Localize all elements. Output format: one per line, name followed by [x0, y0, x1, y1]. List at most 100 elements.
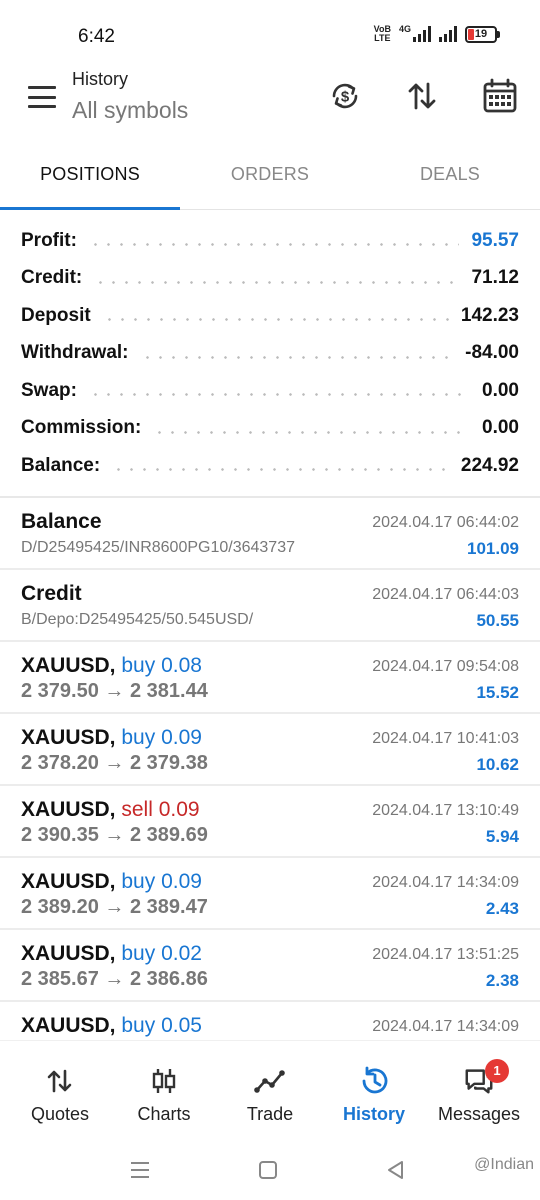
- summary-row-deposit: Deposit 142.23: [21, 304, 519, 326]
- arrow-icon: →: [104, 824, 125, 846]
- summary-row-commission: Commission: 0.00: [21, 417, 519, 439]
- deal-time: 2024.04.17 14:34:09: [372, 1018, 519, 1035]
- deal-title: XAUUSD, buy 0.09: [21, 726, 202, 750]
- deal-symbol: XAUUSD,: [21, 1014, 116, 1037]
- open-price: 2 385.67: [21, 968, 99, 990]
- menu-icon[interactable]: [26, 82, 58, 112]
- candlestick-icon: [148, 1065, 180, 1097]
- trade-line-icon: [254, 1065, 286, 1097]
- status-time: 6:42: [78, 26, 115, 47]
- list-item[interactable]: Credit B/Depo:D25495425/50.545USD/ 2024.…: [0, 570, 540, 642]
- close-price: 2 381.44: [129, 680, 208, 702]
- deal-direction: buy: [121, 870, 156, 893]
- summary-row-profit: Profit: 95.57: [21, 229, 519, 251]
- deal-symbol: Credit: [21, 582, 82, 605]
- signal-4g-icon: 4G: [399, 24, 431, 42]
- deal-symbol: XAUUSD,: [21, 654, 116, 677]
- deal-time: 2024.04.17 13:10:49: [372, 802, 519, 819]
- home-icon[interactable]: [254, 1156, 282, 1184]
- dotted-leader: [140, 355, 454, 359]
- dotted-leader: [94, 280, 460, 284]
- app-header: History All symbols $: [0, 64, 540, 154]
- deal-title: XAUUSD, buy 0.05: [21, 1014, 202, 1038]
- deal-profit: 2.38: [485, 971, 519, 990]
- bottom-nav: Quotes Charts Trade History 1 Messages: [0, 1040, 540, 1140]
- deal-time: 2024.04.17 06:44:02: [372, 514, 519, 531]
- nav-messages[interactable]: 1 Messages: [426, 1041, 532, 1141]
- dotted-leader: [88, 393, 471, 397]
- deal-volume: 0.02: [161, 942, 202, 965]
- recent-apps-icon[interactable]: [126, 1156, 154, 1184]
- arrow-icon: →: [104, 680, 125, 702]
- summary-panel: Profit: 95.57 Credit: 71.12 Deposit 142.…: [0, 222, 540, 485]
- nav-quotes[interactable]: Quotes: [8, 1041, 112, 1141]
- tab-deals[interactable]: DEALS: [360, 154, 540, 210]
- commission-value: 0.00: [482, 417, 519, 439]
- deal-profit: 50.55: [476, 611, 519, 630]
- signal-icon: [439, 26, 457, 42]
- list-item[interactable]: Balance D/D25495425/INR8600PG10/3643737 …: [0, 498, 540, 570]
- deal-profit: 10.62: [476, 755, 519, 774]
- calendar-icon[interactable]: [480, 76, 520, 116]
- deal-prices: 2 389.20 → 2 389.47: [21, 896, 208, 919]
- deal-direction: buy: [121, 1014, 156, 1037]
- deal-comment: B/Depo:D25495425/50.545USD/: [21, 611, 254, 628]
- deal-prices: 2 390.35 → 2 389.69: [21, 824, 208, 847]
- list-item[interactable]: XAUUSD, buy 0.09 2 378.20 → 2 379.38 202…: [0, 714, 540, 786]
- tab-positions[interactable]: POSITIONS: [0, 154, 180, 210]
- dotted-leader: [88, 243, 460, 247]
- deal-volume: 0.09: [158, 798, 200, 821]
- list-item[interactable]: XAUUSD, sell 0.09 2 390.35 → 2 389.69 20…: [0, 786, 540, 858]
- deal-direction: buy: [121, 654, 156, 677]
- deal-time: 2024.04.17 14:34:09: [372, 874, 519, 891]
- arrow-icon: →: [104, 896, 125, 918]
- list-item[interactable]: XAUUSD, buy 0.02 2 385.67 → 2 386.86 202…: [0, 930, 540, 1002]
- deal-direction: buy: [121, 942, 156, 965]
- deal-time: 2024.04.17 10:41:03: [372, 730, 519, 747]
- nav-charts[interactable]: Charts: [112, 1041, 216, 1141]
- deal-profit: 2.43: [485, 899, 519, 918]
- battery-icon: 19: [465, 25, 500, 43]
- tab-orders[interactable]: ORDERS: [180, 154, 360, 210]
- back-icon[interactable]: [382, 1156, 410, 1184]
- deal-symbol: XAUUSD,: [21, 798, 116, 821]
- history-icon: [358, 1065, 390, 1097]
- deal-symbol: XAUUSD,: [21, 942, 116, 965]
- deal-time: 2024.04.17 13:51:25: [372, 946, 519, 963]
- sort-icon[interactable]: [402, 76, 442, 116]
- nav-history[interactable]: History: [322, 1041, 426, 1141]
- dotted-leader: [153, 430, 471, 434]
- open-price: 2 379.50: [21, 680, 99, 702]
- profit-value: 95.57: [471, 229, 519, 251]
- dotted-leader: [102, 318, 449, 322]
- close-price: 2 379.38: [129, 752, 208, 774]
- arrow-icon: →: [104, 752, 125, 774]
- history-tabs: POSITIONS ORDERS DEALS: [0, 154, 540, 210]
- deal-direction: sell: [121, 798, 153, 821]
- deal-volume: 0.09: [161, 870, 202, 893]
- swap-value: 0.00: [482, 379, 519, 401]
- deal-profit: 15.52: [476, 683, 519, 702]
- deal-title: XAUUSD, buy 0.02: [21, 942, 202, 966]
- watermark: @Indian: [474, 1156, 534, 1173]
- currency-exchange-icon[interactable]: $: [325, 76, 365, 116]
- unread-badge: 1: [485, 1059, 509, 1083]
- messages-icon: 1: [463, 1059, 509, 1097]
- deal-symbol: XAUUSD,: [21, 726, 116, 749]
- summary-row-swap: Swap: 0.00: [21, 379, 519, 401]
- close-price: 2 389.69: [129, 824, 208, 846]
- deal-comment: D/D25495425/INR8600PG10/3643737: [21, 539, 295, 556]
- page-title: History: [72, 69, 129, 89]
- deal-time: 2024.04.17 06:44:03: [372, 586, 519, 603]
- list-item[interactable]: XAUUSD, buy 0.08 2 379.50 → 2 381.44 202…: [0, 642, 540, 714]
- deal-volume: 0.09: [161, 726, 202, 749]
- active-tab-indicator: [0, 207, 180, 210]
- nav-trade[interactable]: Trade: [218, 1041, 322, 1141]
- deal-time: 2024.04.17 09:54:08: [372, 658, 519, 675]
- deal-direction: buy: [121, 726, 156, 749]
- deal-title: XAUUSD, sell 0.09: [21, 798, 200, 822]
- symbol-filter[interactable]: All symbols: [72, 97, 188, 124]
- list-item[interactable]: XAUUSD, buy 0.09 2 389.20 → 2 389.47 202…: [0, 858, 540, 930]
- deal-title: XAUUSD, buy 0.08: [21, 654, 202, 678]
- volte-icon: VoB LTE: [373, 24, 391, 43]
